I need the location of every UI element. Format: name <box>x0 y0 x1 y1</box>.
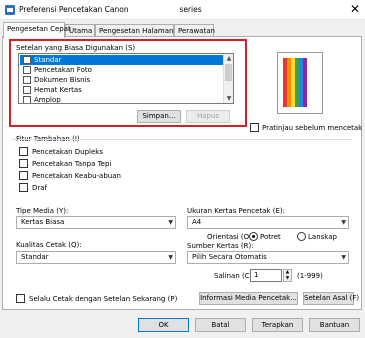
duplex-checkbox[interactable] <box>19 147 28 156</box>
borderless-checkbox[interactable] <box>19 159 28 168</box>
chevron-down-icon[interactable]: ▼ <box>284 276 291 282</box>
window-title-text: Preferensi Pencetakan Canon <box>19 5 129 14</box>
tab-quick-setup[interactable]: Pengesetan Cepat <box>3 22 71 38</box>
setting-icon <box>23 56 31 64</box>
landscape-label: Lanskap <box>308 233 337 241</box>
paper-size-value: A4 <box>192 218 202 226</box>
portrait-radio[interactable] <box>249 232 258 241</box>
list-item-label: Pencetakan Foto <box>34 66 92 74</box>
delete-button[interactable]: Hapus <box>186 110 230 123</box>
paper-size-label: Ukuran Kertas Pencetak (E): <box>187 207 285 215</box>
scroll-up-icon[interactable]: ▲ <box>224 54 233 63</box>
paper-source-value: Pilih Secara Otomatis <box>192 253 267 261</box>
copies-label: Salinan (C): <box>214 272 255 280</box>
title-bar: Preferensi Pencetakan Canon series ✕ <box>0 0 365 20</box>
copies-input[interactable]: 1 <box>250 269 282 282</box>
always-print-checkbox[interactable] <box>16 294 25 303</box>
list-item-label: Dokumen Bisnis <box>34 76 91 84</box>
media-type-label: Tipe Media (Y): <box>16 207 69 215</box>
page-preview <box>277 52 323 114</box>
list-item[interactable]: Pencetakan Foto <box>20 65 223 75</box>
copies-stepper[interactable]: ▲ ▼ <box>283 269 292 282</box>
orientation-label: Orientasi (O): <box>207 233 255 241</box>
grayscale-checkbox[interactable] <box>19 171 28 180</box>
common-settings-list[interactable]: Standar Pencetakan Foto Dokumen Bisnis H… <box>18 53 234 104</box>
document-icon <box>23 76 31 84</box>
help-button[interactable]: Bantuan <box>309 318 360 332</box>
preview-checkbox[interactable] <box>250 123 259 132</box>
print-quality-value: Standar <box>21 253 49 261</box>
print-quality-select[interactable]: Standar ▼ <box>16 251 176 264</box>
window-title: Preferensi Pencetakan Canon series <box>19 5 202 14</box>
scroll-down-icon[interactable]: ▼ <box>224 94 233 103</box>
window-title-suffix: series <box>179 5 202 14</box>
list-scrollbar[interactable]: ▲ ▼ <box>223 54 233 103</box>
paper-source-label: Sumber Kertas (R): <box>187 242 254 250</box>
paper-size-select[interactable]: A4 ▼ <box>187 216 349 229</box>
duplex-label: Pencetakan Dupleks <box>32 148 104 156</box>
envelope-icon <box>23 96 31 103</box>
borderless-label: Pencetakan Tanpa Tepi <box>32 160 112 168</box>
grayscale-label: Pencetakan Keabu-abuan <box>32 172 121 180</box>
preview-stripe <box>303 58 307 107</box>
list-item[interactable]: Standar <box>20 55 223 65</box>
print-quality-label: Kualitas Cetak (Q): <box>16 241 82 249</box>
save-button[interactable]: Simpan... <box>137 110 181 123</box>
paper-source-select[interactable]: Pilih Secara Otomatis ▼ <box>187 251 349 264</box>
draft-checkbox[interactable] <box>19 183 28 192</box>
media-type-value: Kertas Biasa <box>21 218 65 226</box>
chevron-down-icon: ▼ <box>168 254 173 261</box>
list-item-label: Amplop <box>34 96 61 104</box>
preview-checkbox-label: Pratinjau sebelum mencetak (W) <box>262 124 365 132</box>
list-item[interactable]: Amplop <box>20 95 223 104</box>
list-item[interactable]: Hemat Kertas <box>20 85 223 95</box>
list-item-label: Standar <box>34 56 62 64</box>
common-settings-label: Setelan yang Biasa Digunakan (S) <box>16 44 136 52</box>
scroll-thumb[interactable] <box>225 64 232 81</box>
paper-save-icon <box>23 86 31 94</box>
portrait-label: Potret <box>260 233 281 241</box>
chevron-down-icon: ▼ <box>168 219 173 226</box>
media-type-select[interactable]: Kertas Biasa ▼ <box>16 216 176 229</box>
close-icon[interactable]: ✕ <box>348 2 362 16</box>
list-item-label: Hemat Kertas <box>34 86 82 94</box>
list-item[interactable]: Dokumen Bisnis <box>20 75 223 85</box>
apply-button[interactable]: Terapkan <box>252 318 303 332</box>
photo-icon <box>23 66 31 74</box>
chevron-down-icon: ▼ <box>341 254 346 261</box>
chevron-down-icon: ▼ <box>341 219 346 226</box>
ok-button[interactable]: OK <box>138 318 189 332</box>
restore-defaults-button[interactable]: Setelan Asal (F) <box>303 292 359 305</box>
draft-label: Draf <box>32 184 48 192</box>
tab-bar: Pengesetan Cepat Utama Pengesetan Halama… <box>0 22 365 38</box>
copies-range: (1-999) <box>297 272 323 280</box>
media-info-button[interactable]: Informasi Media Pencetak... <box>199 292 298 305</box>
printer-icon <box>5 5 15 15</box>
cancel-button[interactable]: Batal <box>195 318 246 332</box>
landscape-radio[interactable] <box>297 232 306 241</box>
always-print-label: Selalu Cetak dengan Setelan Sekarang (P) <box>29 295 178 303</box>
